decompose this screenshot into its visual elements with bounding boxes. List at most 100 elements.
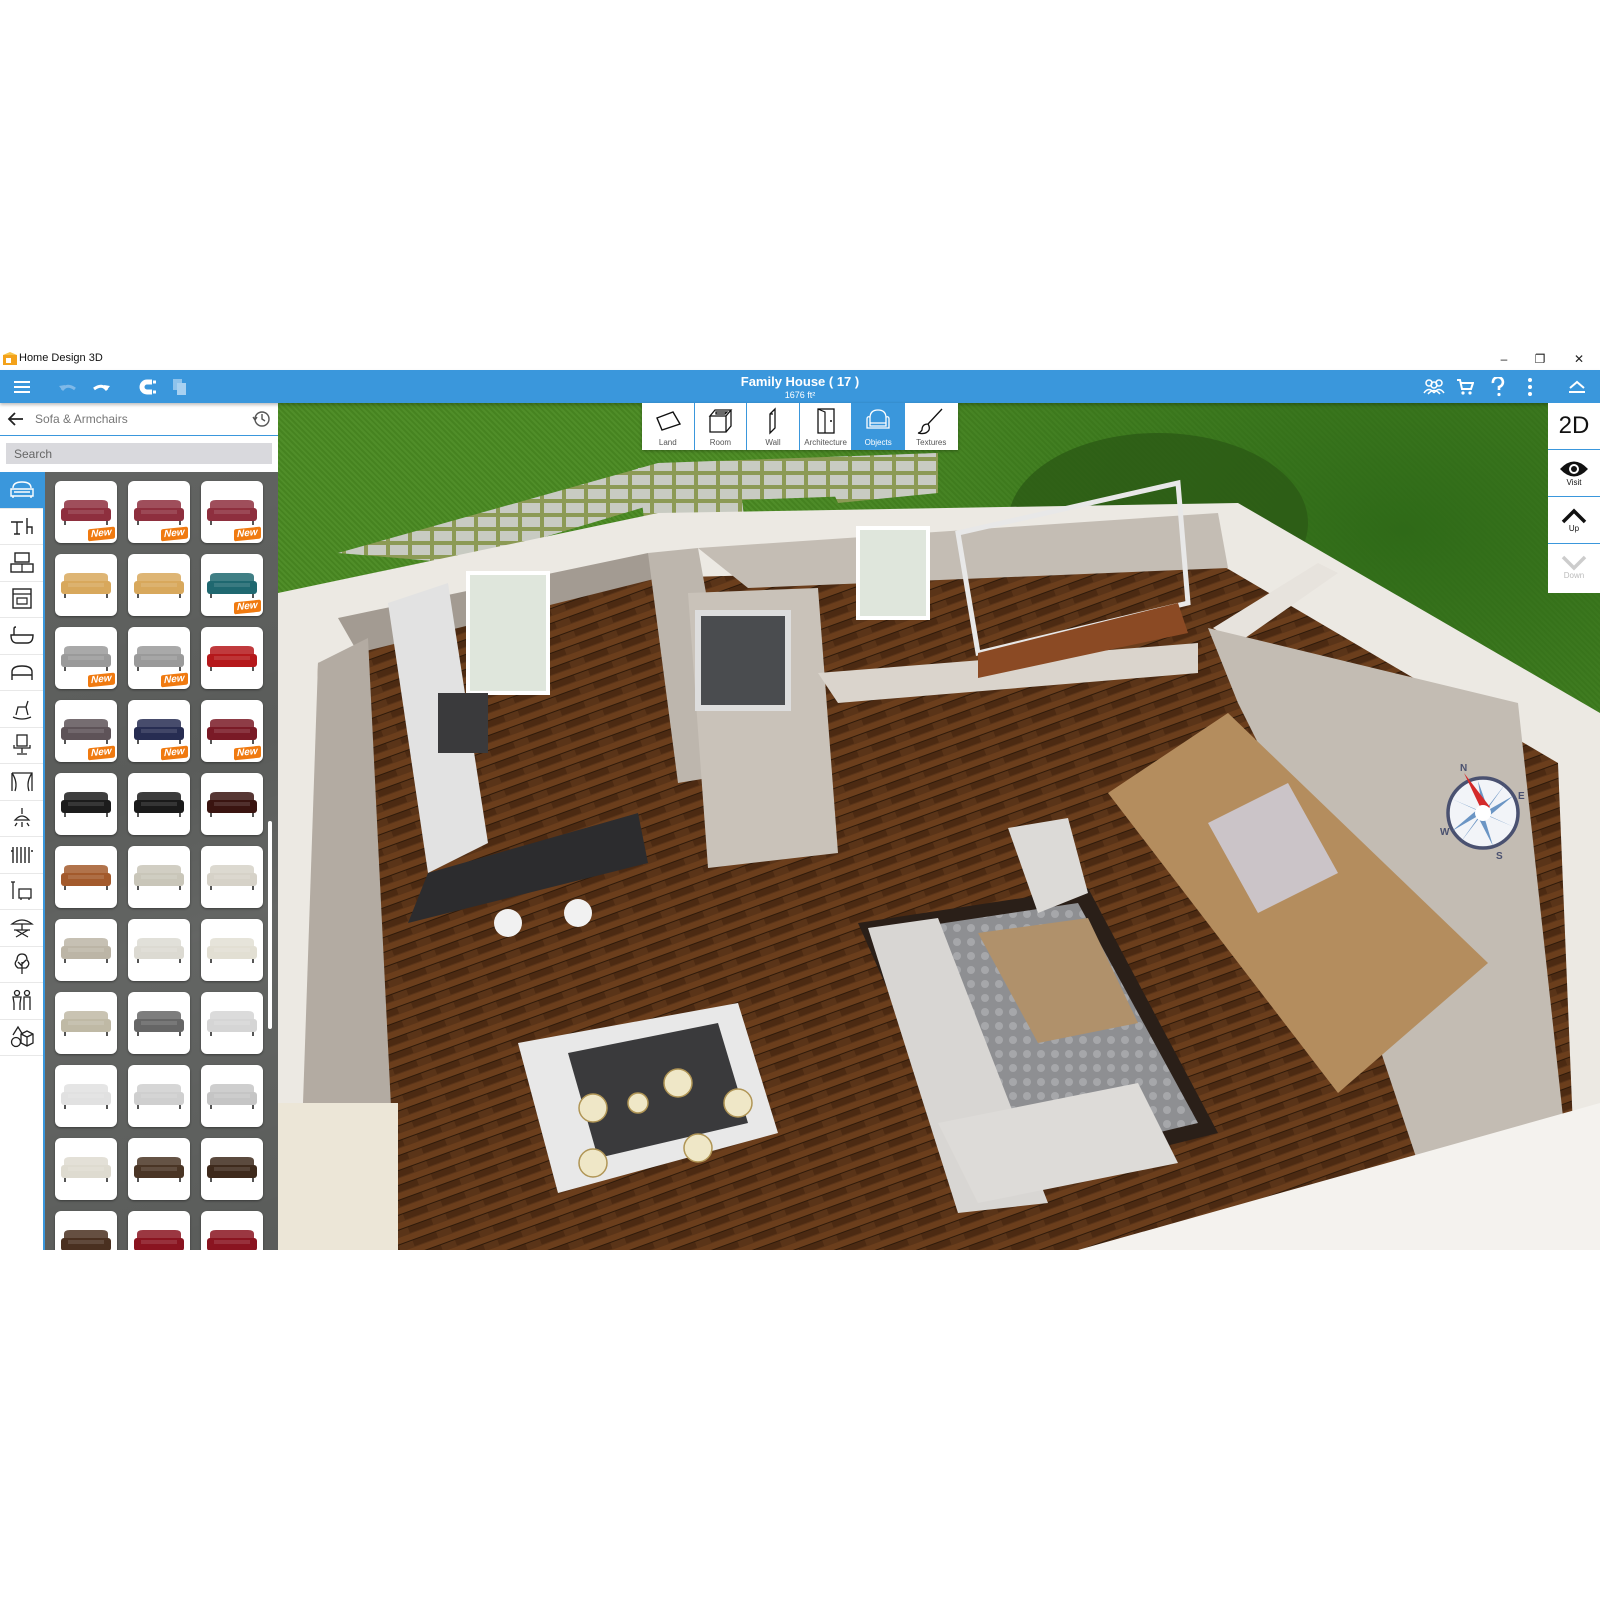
restore-button[interactable]: ❐ (1521, 348, 1559, 370)
more-icon (1528, 377, 1532, 396)
collapse-toolbar-button[interactable] (1562, 370, 1592, 403)
product-tile[interactable]: New (201, 700, 263, 762)
minimize-button[interactable]: – (1485, 348, 1523, 370)
product-tile[interactable] (55, 554, 117, 616)
view-2d-button[interactable]: 2D (1548, 403, 1600, 450)
community-button[interactable] (1419, 370, 1449, 403)
mode-land[interactable]: Land (642, 403, 695, 450)
compass[interactable]: N E S W (1438, 761, 1528, 861)
product-tile[interactable] (128, 1138, 190, 1200)
product-tile[interactable] (55, 1065, 117, 1127)
mode-architecture[interactable]: Architecture (800, 403, 853, 450)
product-tile[interactable]: New (128, 481, 190, 543)
sofa-thumbnail-icon (134, 938, 184, 963)
sofa-thumbnail-icon (61, 1230, 111, 1250)
help-button[interactable] (1483, 370, 1513, 403)
product-tile[interactable] (55, 992, 117, 1054)
back-arrow-icon[interactable] (7, 410, 25, 428)
panel-header: Sofa & Armchairs (0, 403, 278, 436)
product-tile[interactable] (201, 1065, 263, 1127)
category-office-chair[interactable] (0, 728, 43, 764)
category-rail (0, 472, 45, 1250)
level-down-button[interactable]: Down (1548, 544, 1600, 591)
3d-viewport[interactable] (278, 403, 1600, 1250)
product-tile[interactable]: New (128, 700, 190, 762)
product-tile[interactable] (128, 846, 190, 908)
product-tile[interactable] (55, 919, 117, 981)
product-tile[interactable] (128, 554, 190, 616)
product-tile[interactable]: New (128, 627, 190, 689)
close-button[interactable]: ✕ (1560, 348, 1598, 370)
product-tile[interactable]: New (201, 554, 263, 616)
search-input[interactable] (6, 443, 272, 464)
product-tile[interactable]: New (55, 481, 117, 543)
category-sofa[interactable] (0, 472, 43, 509)
object-library-panel: Sofa & Armchairs NewNewNewNewNewNewNewNe… (0, 403, 278, 1250)
product-tile[interactable] (128, 919, 190, 981)
category-bed[interactable] (0, 655, 43, 691)
product-tile[interactable] (201, 627, 263, 689)
bed-icon (10, 665, 33, 681)
level-up-button[interactable]: Up (1548, 497, 1600, 544)
category-bathroom[interactable] (0, 618, 43, 655)
mode-room[interactable]: Room (695, 403, 748, 450)
category-misc-shapes[interactable] (0, 1020, 43, 1056)
more-options-button[interactable] (1515, 370, 1545, 403)
category-outdoor[interactable] (0, 910, 43, 947)
product-tile[interactable] (201, 992, 263, 1054)
grid-scrollbar[interactable] (268, 821, 272, 1029)
room-icon (709, 409, 733, 433)
product-tile[interactable] (55, 846, 117, 908)
category-kitchen-appliance[interactable] (0, 582, 43, 618)
collapse-icon (1569, 380, 1585, 393)
mode-wall[interactable]: Wall (747, 403, 800, 450)
sofa-thumbnail-icon (134, 719, 184, 744)
sofa-thumbnail-icon (61, 1011, 111, 1036)
product-tile[interactable]: New (55, 700, 117, 762)
down-label: Down (1563, 571, 1585, 580)
category-curtains[interactable] (0, 764, 43, 801)
bar-stool (494, 909, 522, 937)
mode-objects[interactable]: Objects (852, 403, 905, 450)
product-tile[interactable]: New (55, 627, 117, 689)
cart-button[interactable] (1450, 370, 1480, 403)
category-title: Sofa & Armchairs (35, 412, 128, 426)
product-tile[interactable] (201, 846, 263, 908)
product-tile[interactable] (128, 1065, 190, 1127)
product-tile[interactable] (128, 1211, 190, 1250)
mode-label: Land (658, 438, 677, 447)
product-tile[interactable] (201, 1138, 263, 1200)
category-people[interactable] (0, 983, 43, 1020)
sofa-thumbnail-icon (134, 1011, 184, 1036)
mode-textures[interactable]: Textures (905, 403, 958, 450)
visit-label: Visit (1566, 477, 1582, 487)
app-logo-icon (3, 352, 17, 365)
category-plants[interactable] (0, 947, 43, 983)
history-icon[interactable] (252, 410, 270, 428)
category-tv-furniture[interactable] (0, 545, 43, 582)
sofa-thumbnail-icon (134, 646, 184, 671)
product-tile[interactable] (55, 1138, 117, 1200)
sofa-thumbnail-icon (61, 646, 111, 671)
category-kids[interactable] (0, 691, 43, 728)
new-badge: New (161, 745, 188, 761)
product-tile[interactable] (55, 773, 117, 835)
mode-label: Room (709, 438, 732, 447)
product-tile[interactable] (201, 1211, 263, 1250)
product-tile[interactable] (55, 1211, 117, 1250)
category-garage[interactable] (0, 874, 43, 910)
sofa-thumbnail-icon (61, 719, 111, 744)
category-lighting[interactable] (0, 801, 43, 837)
product-tile[interactable]: New (201, 481, 263, 543)
new-badge: New (161, 526, 188, 542)
visit-button[interactable]: Visit (1548, 450, 1600, 497)
product-tile[interactable] (201, 919, 263, 981)
brush-icon (918, 408, 943, 435)
product-tile[interactable] (128, 992, 190, 1054)
category-radiator[interactable] (0, 837, 43, 874)
category-dining[interactable] (0, 509, 43, 545)
mode-label: Wall (765, 438, 781, 447)
radiator-icon (10, 846, 33, 863)
product-tile[interactable] (201, 773, 263, 835)
product-tile[interactable] (128, 773, 190, 835)
